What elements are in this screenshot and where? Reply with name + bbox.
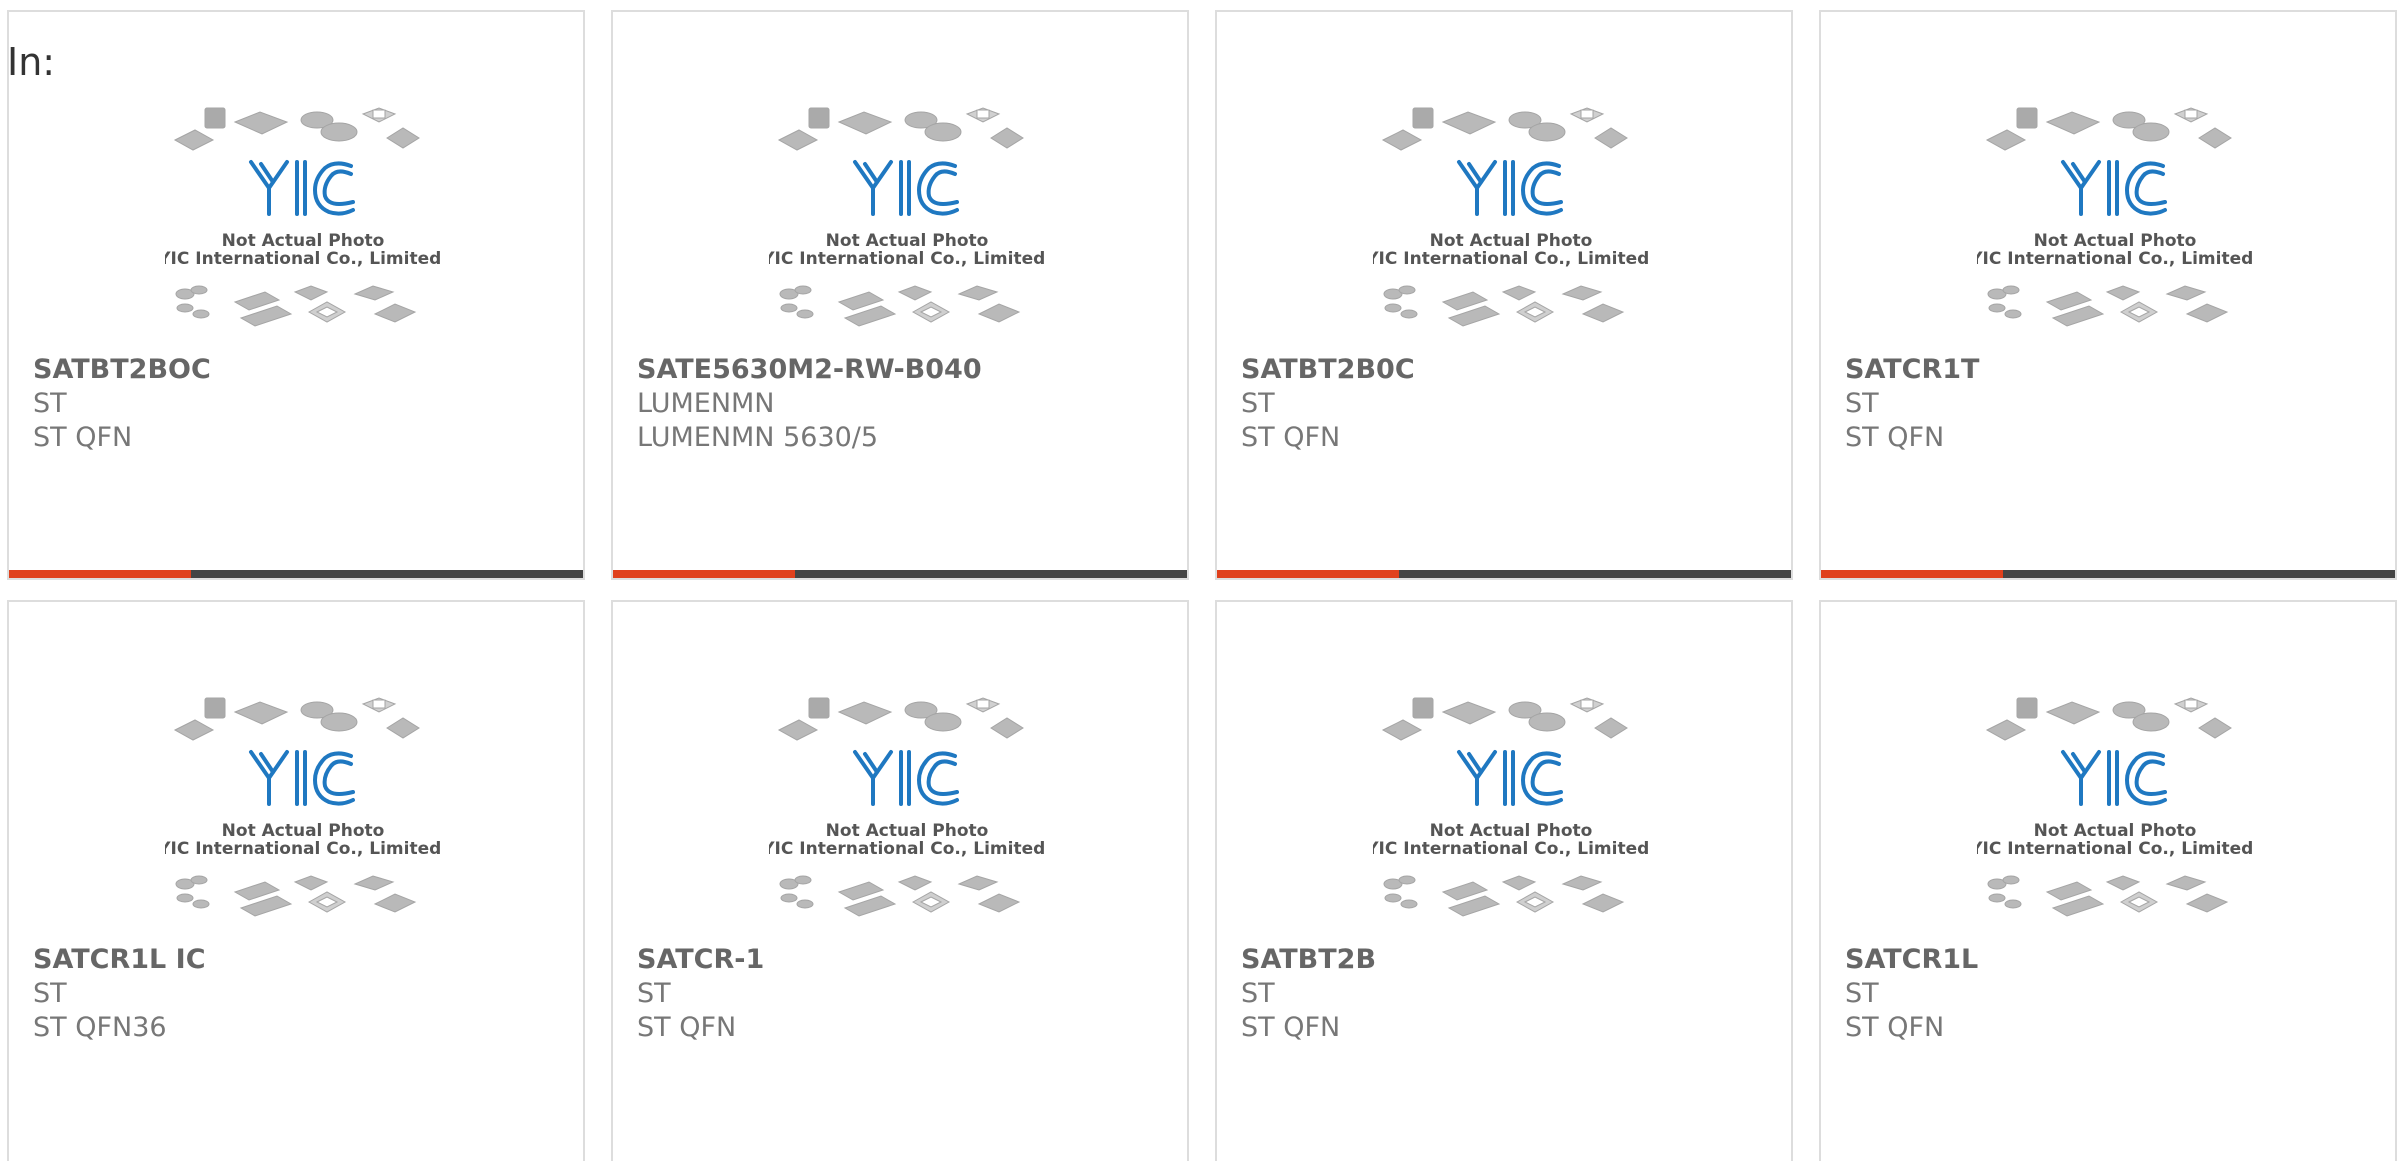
company-name-text: YIC International Co., Limited. (1977, 839, 2253, 859)
product-manufacturer: LUMENMN (637, 388, 775, 419)
card-footer-accent (1821, 570, 2003, 578)
not-actual-photo-text: Not Actual Photo (222, 231, 385, 251)
in-label: In: (7, 40, 56, 84)
product-placeholder-image[interactable]: Not Actual Photo YIC International Co., … (761, 102, 1052, 338)
company-name-text: YIC International Co., Limited. (769, 249, 1045, 269)
card-footer-bar (613, 570, 1187, 578)
product-package: ST QFN (637, 1012, 737, 1043)
product-package: ST QFN (33, 422, 133, 453)
card-footer-bar (1821, 570, 2395, 578)
product-card[interactable]: Not Actual Photo YIC International Co., … (1819, 10, 2397, 580)
product-card[interactable]: Not Actual Photo YIC International Co., … (1215, 10, 1793, 580)
card-footer-bar (1217, 570, 1791, 578)
company-name-text: YIC International Co., Limited. (1373, 839, 1649, 859)
product-card[interactable]: Not Actual Photo YIC International Co., … (7, 600, 585, 1161)
product-part-number[interactable]: SATCR1L IC (33, 944, 206, 975)
product-grid: Not Actual Photo YIC International Co., … (0, 0, 2403, 1161)
product-placeholder-image[interactable]: Not Actual Photo YIC International Co., … (761, 692, 1052, 928)
product-card[interactable]: Not Actual Photo YIC International Co., … (1215, 600, 1793, 1161)
product-part-number[interactable]: SATE5630M2-RW-B040 (637, 354, 982, 385)
product-card[interactable]: Not Actual Photo YIC International Co., … (611, 600, 1189, 1161)
product-grid-page: In: Not Actual Photo YIC International C… (0, 0, 2403, 1161)
product-manufacturer: ST (637, 978, 671, 1009)
product-part-number[interactable]: SATCR1T (1845, 354, 1979, 385)
product-manufacturer: ST (1241, 388, 1275, 419)
product-placeholder-image[interactable]: Not Actual Photo YIC International Co., … (1365, 692, 1656, 928)
card-footer-bar (9, 570, 583, 578)
product-part-number[interactable]: SATBT2B (1241, 944, 1376, 975)
company-name-text: YIC International Co., Limited. (165, 839, 441, 859)
product-manufacturer: ST (33, 978, 67, 1009)
company-name-text: YIC International Co., Limited. (1373, 249, 1649, 269)
company-name-text: YIC International Co., Limited. (1977, 249, 2253, 269)
card-footer-accent (1217, 570, 1399, 578)
not-actual-photo-text: Not Actual Photo (2034, 821, 2197, 841)
product-card[interactable]: Not Actual Photo YIC International Co., … (611, 10, 1189, 580)
product-placeholder-image[interactable]: Not Actual Photo YIC International Co., … (1969, 692, 2260, 928)
product-manufacturer: ST (1241, 978, 1275, 1009)
not-actual-photo-text: Not Actual Photo (1430, 821, 1593, 841)
product-part-number[interactable]: SATBT2B0C (1241, 354, 1415, 385)
product-package: ST QFN (1845, 1012, 1945, 1043)
product-placeholder-image[interactable]: Not Actual Photo YIC International Co., … (1365, 102, 1656, 338)
not-actual-photo-text: Not Actual Photo (222, 821, 385, 841)
product-package: ST QFN36 (33, 1012, 167, 1043)
product-card[interactable]: Not Actual Photo YIC International Co., … (1819, 600, 2397, 1161)
product-manufacturer: ST (33, 388, 67, 419)
product-manufacturer: ST (1845, 388, 1879, 419)
card-footer-accent (9, 570, 191, 578)
product-package: LUMENMN 5630/5 (637, 422, 879, 453)
product-part-number[interactable]: SATCR-1 (637, 944, 764, 975)
product-card[interactable]: Not Actual Photo YIC International Co., … (7, 10, 585, 580)
product-package: ST QFN (1241, 422, 1341, 453)
product-part-number[interactable]: SATCR1L (1845, 944, 1978, 975)
not-actual-photo-text: Not Actual Photo (826, 821, 989, 841)
product-part-number[interactable]: SATBT2BOC (33, 354, 211, 385)
company-name-text: YIC International Co., Limited. (165, 249, 441, 269)
product-placeholder-image[interactable]: Not Actual Photo YIC International Co., … (157, 102, 448, 338)
not-actual-photo-text: Not Actual Photo (826, 231, 989, 251)
company-name-text: YIC International Co., Limited. (769, 839, 1045, 859)
product-package: ST QFN (1845, 422, 1945, 453)
product-placeholder-image[interactable]: Not Actual Photo YIC International Co., … (1969, 102, 2260, 338)
card-footer-accent (613, 570, 795, 578)
not-actual-photo-text: Not Actual Photo (1430, 231, 1593, 251)
product-placeholder-image[interactable]: Not Actual Photo YIC International Co., … (157, 692, 448, 928)
not-actual-photo-text: Not Actual Photo (2034, 231, 2197, 251)
product-package: ST QFN (1241, 1012, 1341, 1043)
product-manufacturer: ST (1845, 978, 1879, 1009)
